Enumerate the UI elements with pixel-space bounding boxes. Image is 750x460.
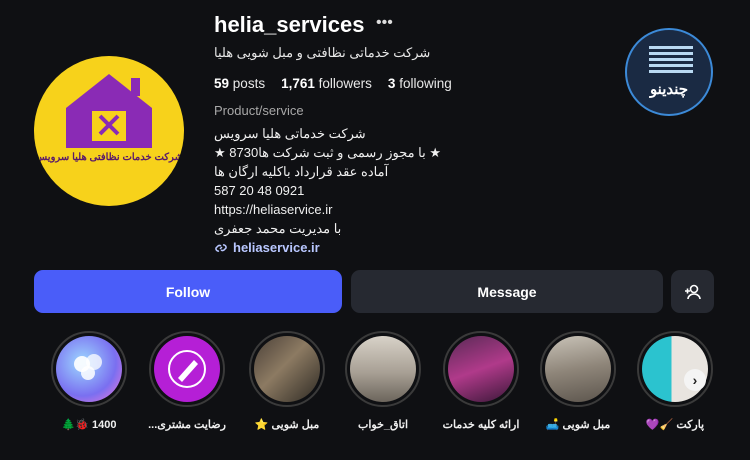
highlight-item[interactable]: رضایت مشتری...	[146, 331, 228, 431]
profile-bio: شرکت خدماتی هلیا سرویس ★ با مجوز رسمی و …	[214, 124, 441, 238]
services-photo	[448, 336, 514, 402]
highlight-label: رضایت مشتری...	[148, 419, 226, 431]
highlight-label: مبل شویی 🛋️	[545, 419, 611, 431]
website-link[interactable]: heliaservice.ir	[214, 240, 320, 255]
sofa-photo	[254, 336, 320, 402]
highlight-item[interactable]: مبل شویی 🛋️	[537, 331, 619, 431]
profile-stats: 59 posts 1,761 followers 3 following	[214, 76, 452, 91]
message-button[interactable]: Message	[351, 270, 663, 313]
person-plus-icon	[684, 284, 701, 299]
highlight-label: 1400 🐞🌲	[61, 419, 117, 431]
highlight-label: ارائه کلیه خدمات	[442, 419, 520, 431]
highlight-label: مبل شویی ⭐	[254, 419, 320, 431]
followers-stat[interactable]: 1,761 followers	[281, 76, 372, 91]
posts-stat[interactable]: 59 posts	[214, 76, 265, 91]
pen-icon	[154, 336, 220, 402]
bio-line: با مدیریت محمد جعفری	[214, 221, 342, 236]
watermark-text: چندینو	[649, 81, 689, 98]
bio-line: 587 20 48 0921	[214, 183, 305, 198]
logo-caption: شرکت خدمات نظافتی هلیا سرویس	[35, 152, 183, 163]
bio-line: شرکت خدماتی هلیا سرویس	[214, 126, 366, 141]
highlight-item[interactable]: 1400 🐞🌲	[48, 331, 130, 431]
more-options-icon[interactable]: •••	[376, 14, 393, 32]
highlight-item[interactable]: اتاق_خواب	[342, 331, 424, 431]
highlight-label: پارکت 🧹💜	[645, 419, 705, 431]
bio-line: ★ با مجوز رسمی و ثبت شرکت ها8730 ★	[214, 145, 442, 160]
follow-button[interactable]: Follow	[34, 270, 342, 313]
bedroom-photo	[350, 336, 416, 402]
chevron-right-icon[interactable]: ›	[684, 369, 706, 391]
sofa-cleaning-photo	[545, 336, 611, 402]
profile-category: Product/service	[214, 103, 304, 118]
full-name: شرکت خدماتی نظافتی و مبل شویی هلیا	[214, 45, 431, 60]
highlight-item[interactable]: مبل شویی ⭐	[246, 331, 328, 431]
highlight-label: اتاق_خواب	[357, 419, 408, 431]
following-stat[interactable]: 3 following	[388, 76, 452, 91]
balloons-icon	[56, 336, 122, 402]
watermark-logo: چندینو	[625, 28, 713, 116]
link-icon	[215, 243, 227, 252]
bio-line: آماده عقد قرارداد باکلیه ارگان ها	[214, 164, 389, 179]
highlight-item[interactable]: ارائه کلیه خدمات	[440, 331, 522, 431]
bio-line: https://heliaservice.ir	[214, 202, 333, 217]
profile-picture[interactable]: شرکت خدمات نظافتی هلیا سرویس	[34, 56, 184, 206]
house-logo-icon	[66, 74, 152, 148]
add-user-button[interactable]	[671, 270, 714, 313]
link-text[interactable]: heliaservice.ir	[233, 240, 320, 255]
stripes-icon	[649, 46, 693, 74]
username: helia_services	[214, 12, 365, 37]
